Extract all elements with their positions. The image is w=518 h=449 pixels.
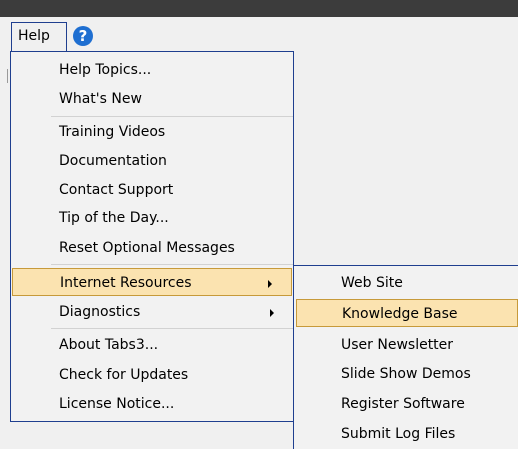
menu-item-tip-of-the-day[interactable]: Tip of the Day... (11, 204, 293, 232)
internet-resources-submenu: Web Site Knowledge Base User Newsletter … (293, 265, 518, 449)
menu-item-diagnostics-label: Diagnostics (59, 304, 141, 320)
toolbar-edge (7, 69, 8, 83)
menu-item-check-for-updates[interactable]: Check for Updates (11, 361, 293, 389)
menu-item-diagnostics[interactable]: Diagnostics (11, 298, 293, 326)
submenu-item-web-site[interactable]: Web Site (294, 269, 518, 297)
menu-separator (51, 328, 293, 329)
submenu-item-user-newsletter[interactable]: User Newsletter (294, 331, 518, 359)
menu-item-whats-new[interactable]: What's New (11, 85, 293, 113)
menu-item-internet-resources-label: Internet Resources (60, 275, 192, 291)
help-menu-button[interactable]: Help (11, 22, 67, 52)
submenu-item-register-software[interactable]: Register Software (294, 390, 518, 418)
menu-item-about-tabs3[interactable]: About Tabs3... (11, 331, 293, 359)
menu-item-documentation[interactable]: Documentation (11, 147, 293, 175)
menu-item-license-notice[interactable]: License Notice... (11, 390, 293, 418)
help-dropdown-menu: Help Topics... What's New Training Video… (10, 51, 294, 422)
submenu-arrow-icon (268, 280, 272, 288)
menu-item-reset-optional-messages[interactable]: Reset Optional Messages (11, 234, 293, 262)
submenu-item-slide-show-demos[interactable]: Slide Show Demos (294, 360, 518, 388)
menu-separator (51, 116, 293, 117)
menu-item-contact-support[interactable]: Contact Support (11, 176, 293, 204)
submenu-arrow-icon (270, 309, 274, 317)
svg-text:?: ? (79, 27, 88, 45)
help-menu-label: Help (18, 28, 50, 44)
title-bar (0, 0, 518, 17)
menu-item-help-topics[interactable]: Help Topics... (11, 56, 293, 84)
submenu-item-knowledge-base[interactable]: Knowledge Base (296, 299, 518, 327)
menu-item-internet-resources[interactable]: Internet Resources (12, 268, 292, 296)
question-mark-icon[interactable]: ? (72, 25, 94, 47)
submenu-item-submit-log-files[interactable]: Submit Log Files (294, 420, 518, 448)
menu-separator (51, 264, 293, 265)
menu-item-training-videos[interactable]: Training Videos (11, 118, 293, 146)
